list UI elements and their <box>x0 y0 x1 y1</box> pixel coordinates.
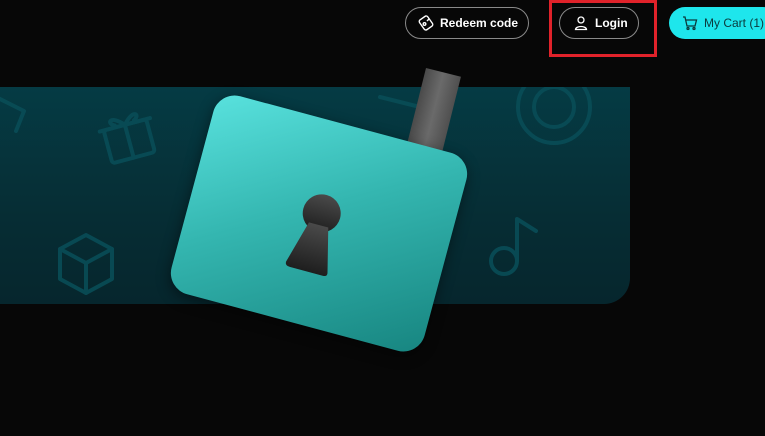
my-cart-label: My Cart (1) <box>704 16 764 30</box>
redeem-code-button[interactable]: Redeem code <box>405 7 529 39</box>
user-icon <box>573 15 589 31</box>
edge-pattern-shape <box>0 96 26 133</box>
target-pattern-icon <box>516 87 592 145</box>
gift-pattern-icon <box>97 112 157 165</box>
gift-card-icon <box>418 15 434 31</box>
my-cart-button[interactable]: My Cart (1) <box>669 7 765 39</box>
shopping-cart-icon <box>682 15 698 31</box>
login-label: Login <box>595 16 628 30</box>
page: Redeem code Login My Cart (1) <box>0 0 765 436</box>
keyhole-icon <box>285 194 341 277</box>
login-button[interactable]: Login <box>559 7 639 39</box>
top-arc-pattern <box>378 95 422 109</box>
cube-pattern-icon <box>58 233 114 295</box>
redeem-code-label: Redeem code <box>440 16 519 30</box>
music-note-pattern-icon <box>489 217 538 276</box>
